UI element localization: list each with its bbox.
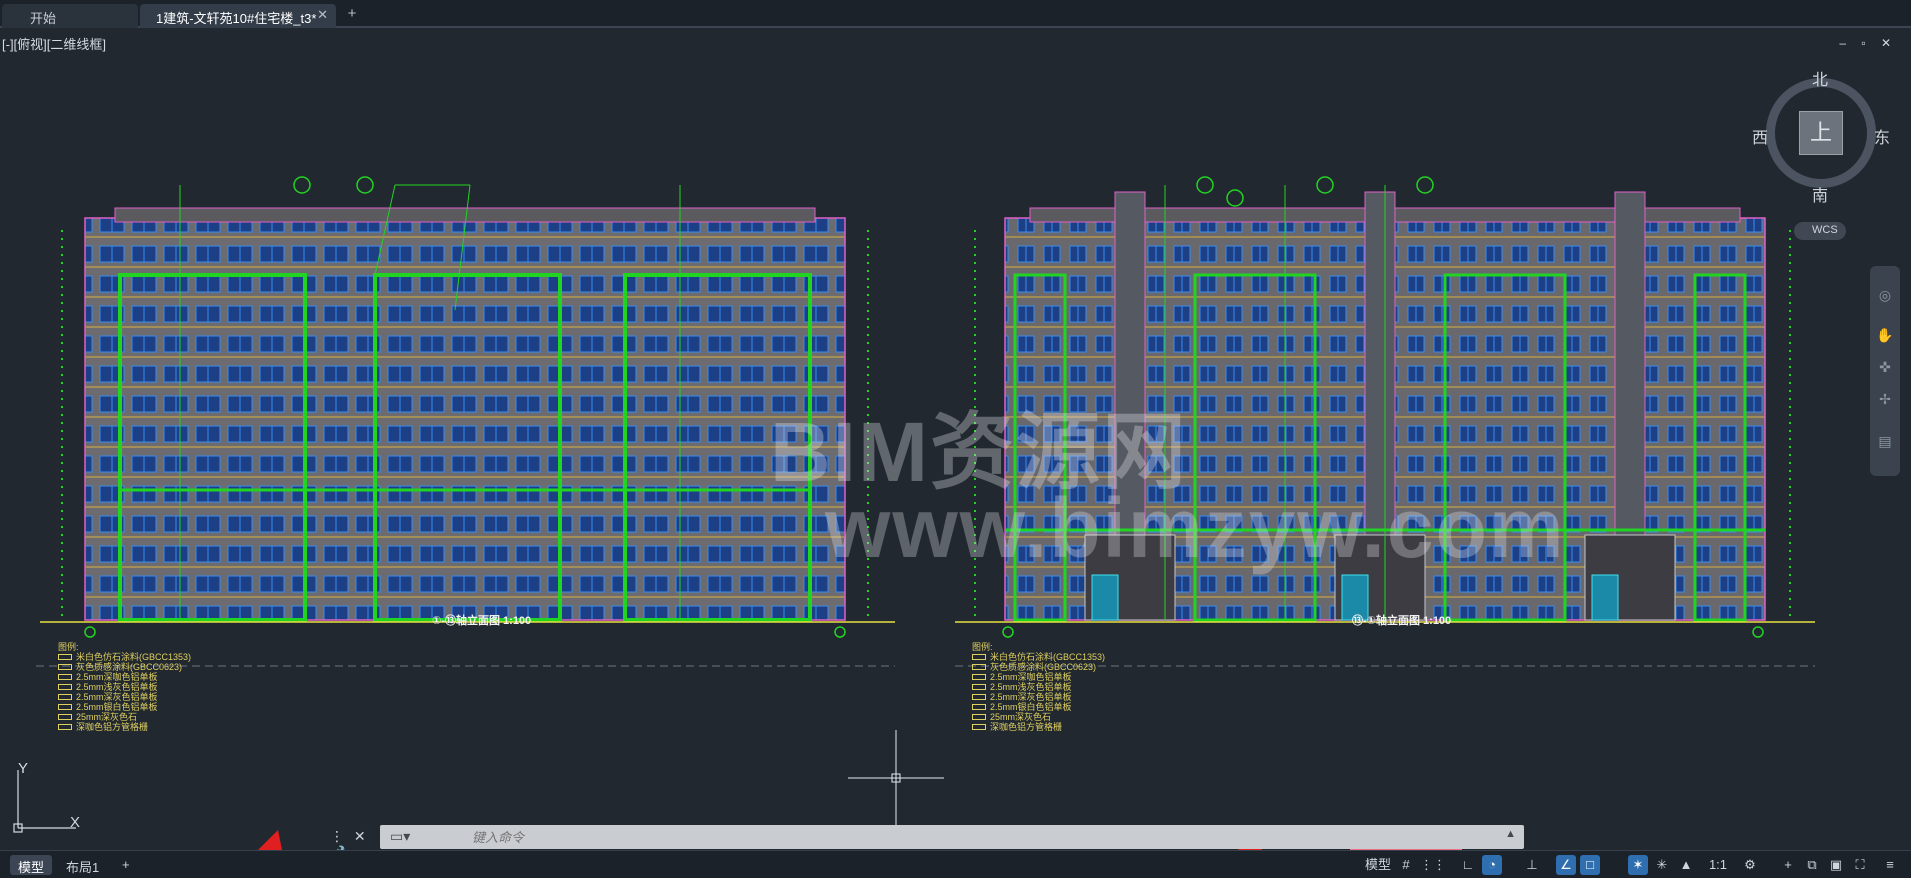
ucs-x-label: X: [70, 814, 81, 831]
command-input[interactable]: [472, 828, 1452, 846]
legend-item: 25mm深灰色石: [76, 712, 138, 722]
legend-item: 2.5mm深灰色铝单板: [990, 692, 1072, 702]
drawing-canvas[interactable]: ①-⑬轴立面图 1:100 ⑬-①轴立面图 1:100 图例: 米白色仿石涂料(…: [0, 30, 1911, 850]
legend-item: 2.5mm银白色铝单板: [990, 702, 1072, 712]
viewcube-face[interactable]: 上: [1799, 111, 1843, 155]
gear-icon[interactable]: ⚙: [1740, 855, 1760, 875]
close-icon[interactable]: ✕: [317, 7, 328, 23]
lineweight-icon[interactable]: □: [1580, 855, 1600, 875]
compass-south[interactable]: 南: [1812, 182, 1828, 206]
tab-label: 开始: [30, 11, 57, 26]
polar-icon[interactable]: ◔: [1482, 855, 1502, 875]
legend-header: 图例:: [972, 642, 993, 652]
drag-handle-icon[interactable]: ⋮: [330, 828, 344, 844]
viewcube[interactable]: 上 北 南 东 西: [1752, 66, 1890, 205]
workspace-icon[interactable]: ✳: [1652, 855, 1672, 875]
orbit-icon[interactable]: ✢: [1876, 390, 1894, 408]
model-space-toggle[interactable]: 模型: [1364, 855, 1392, 875]
tab-model[interactable]: 模型: [10, 855, 53, 875]
legend-header: 图例:: [58, 642, 79, 652]
isolate-icon[interactable]: ⧉: [1802, 855, 1822, 875]
legend-item: 2.5mm深咖色铝单板: [990, 672, 1072, 682]
annotation-icon[interactable]: ✶: [1628, 855, 1648, 875]
snap-icon[interactable]: ⋮⋮: [1420, 855, 1446, 875]
tab-drawing[interactable]: 1建筑-文轩苑10#住宅楼_t3* ✕: [140, 4, 336, 28]
legend-item: 深咖色铝方管格栅: [990, 722, 1063, 732]
ucs-icon: Y X: [10, 760, 90, 841]
zoom-extents-icon[interactable]: ✜: [1876, 358, 1894, 376]
command-prompt-icon[interactable]: ▭▾: [390, 828, 410, 845]
legend-item: 25mm深灰色石: [990, 712, 1052, 722]
tab-label: 1建筑-文轩苑10#住宅楼_t3*: [156, 11, 317, 26]
legend-item: 米白色仿石涂料(GBCC1353): [76, 652, 192, 662]
viewport-controls-label[interactable]: [-][俯视][二维线框]: [2, 34, 106, 53]
crosshair-cursor: [848, 730, 944, 830]
showmotion-icon[interactable]: ▤: [1876, 432, 1894, 450]
annotation-visibility-icon[interactable]: ▲: [1676, 855, 1696, 875]
otrack-icon[interactable]: ∠: [1556, 855, 1576, 875]
fullscreen-icon[interactable]: ⛶: [1850, 855, 1870, 875]
drawing-title: ①-⑬轴立面图 1:100: [432, 615, 532, 627]
close-icon[interactable]: ✕: [354, 828, 366, 844]
legend-item: 2.5mm银白色铝单板: [76, 702, 158, 712]
legend-item: 灰色质感涂料(GBCC0623): [76, 662, 183, 672]
add-layout-button[interactable]: +: [114, 855, 138, 875]
tab-layout1[interactable]: 布局1: [58, 855, 107, 875]
grid-icon[interactable]: #: [1396, 855, 1416, 875]
menu-icon[interactable]: ≡: [1880, 855, 1900, 875]
watermark-url: www.bimzyw.com: [825, 481, 1566, 575]
legend-item: 2.5mm深咖色铝单板: [76, 672, 158, 682]
left-elevation: [36, 176, 895, 667]
document-tab-bar: 开始 1建筑-文轩苑10#住宅楼_t3* ✕ +: [0, 0, 1911, 28]
compass-east[interactable]: 东: [1874, 124, 1890, 148]
legend-left: 图例: 米白色仿石涂料(GBCC1353) 灰色质感涂料(GBCC0623) 2…: [58, 642, 191, 732]
steering-wheel-icon[interactable]: ◎: [1876, 286, 1894, 304]
annotation-scale[interactable]: 1:1: [1702, 855, 1734, 875]
legend-item: 2.5mm浅灰色铝单板: [76, 682, 158, 692]
wcs-menu[interactable]: WCS: [1794, 222, 1846, 240]
red-marker: [258, 830, 282, 850]
tab-start[interactable]: 开始: [2, 4, 138, 28]
new-tab-button[interactable]: +: [341, 5, 363, 25]
legend-right: 图例: 米白色仿石涂料(GBCC1353) 灰色质感涂料(GBCC0623) 2…: [972, 642, 1105, 732]
legend-item: 2.5mm浅灰色铝单板: [990, 682, 1072, 692]
legend-item: 灰色质感涂料(GBCC0623): [990, 662, 1097, 672]
osnap-icon[interactable]: ⊥: [1522, 855, 1542, 875]
plus-icon[interactable]: +: [1778, 855, 1798, 875]
viewport-window-controls[interactable]: – ▫ ✕: [1839, 36, 1897, 50]
command-history-icon[interactable]: ▲: [1505, 828, 1516, 840]
command-line[interactable]: ⋮ ✕ 🔧 ▭▾ ▲: [328, 825, 1524, 861]
command-line-buttons: ⋮ ✕ 🔧: [328, 825, 380, 861]
compass-west[interactable]: 西: [1752, 124, 1768, 148]
pan-icon[interactable]: ✋: [1876, 326, 1894, 344]
legend-item: 米白色仿石涂料(GBCC1353): [990, 652, 1106, 662]
legend-item: 2.5mm深灰色铝单板: [76, 692, 158, 702]
legend-item: 深咖色铝方管格栅: [76, 722, 149, 732]
ortho-icon[interactable]: ∟: [1458, 855, 1478, 875]
navigation-bar: ◎ ✋ ✜ ✢ ▤: [1870, 266, 1900, 476]
ucs-y-label: Y: [18, 760, 29, 777]
hardware-icon[interactable]: ▣: [1826, 855, 1846, 875]
drawing-title: ⑬-①轴立面图 1:100: [1352, 615, 1452, 627]
status-bar: 模型 布局1 + 模型 # ⋮⋮ ∟ ◔ ⊥ ∠ □ ✶ ✳ ▲ 1:1 ⚙ +…: [0, 850, 1911, 878]
compass-north[interactable]: 北: [1812, 66, 1828, 90]
